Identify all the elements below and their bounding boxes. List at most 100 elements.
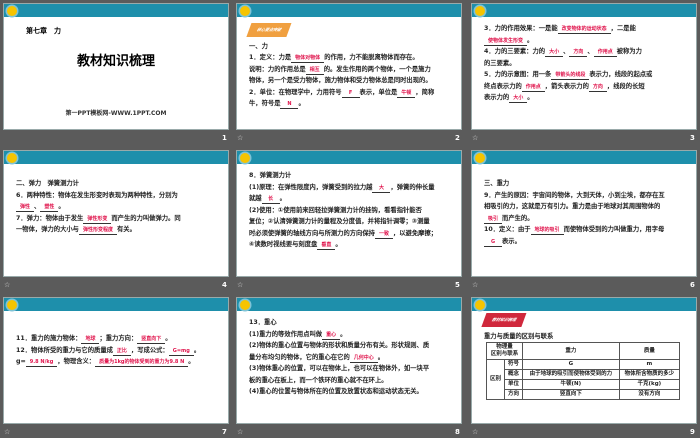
slide-number: 2 <box>455 134 460 142</box>
slide-body: 3．力的作用效果：一是能 改变物体的运动状态 ，二是能 使物体发生形变。 4．力的三要素… <box>472 17 696 104</box>
answer-blank: N <box>280 100 299 109</box>
slide-transition-star-icon[interactable]: ☆ <box>237 428 243 436</box>
table-cell: 千克(kg) <box>618 379 681 390</box>
text-segment: 就越 <box>249 195 262 202</box>
text-line: 牛，符号是 N。 <box>249 98 451 110</box>
text-segment: ④读数时视线要与刻度盘 <box>249 241 318 248</box>
text-segment: 二、弹力 弹簧测力计 <box>16 180 79 187</box>
text-segment: 一物体，弹力的大小与 <box>16 226 79 233</box>
slide-thumbnail-7[interactable]: 11．重力的施力物体： 地球 ；重力方向： 竖直向下。 12．物体所受的重力与它的质量成… <box>3 297 229 424</box>
slide-body: 二、弹力 弹簧测力计 6．两种特性：物体在发生形变时表现为两种特性，分别为 弹性、塑… <box>4 164 228 236</box>
answer-blank: 作用点 <box>593 48 617 57</box>
slide-thumbnail-6[interactable]: 三、重力 9．产生的原因：宇宙间的物体，大到天体，小到尘埃，都存在互相吸引的力，这… <box>471 150 697 277</box>
table-cell: 概念 <box>503 369 523 380</box>
text-segment: (3)物体重心的位置，可以在物体上，也可以在物体外，如一块平 <box>249 365 430 372</box>
text-line: 物体，另一个是受力物体，施力物体和受力物体总是同时出现的。 <box>249 75 451 87</box>
slide-thumbnail-2[interactable]: 核心要点突破 一、力 1．定义：力是 物体对物体 的作用，力不能脱离物体而存在。 说明：力… <box>236 3 462 130</box>
answer-blank: 塑性 <box>40 203 59 212</box>
slide-number: 6 <box>690 281 695 289</box>
slide-thumbnail-9[interactable]: 教材知识梳理 重力与质量的区别与联系 物理量 区别与联系 重力 质量 区别 符号 Gm 概念 由于… <box>471 297 697 424</box>
site-footer: 第一PPT模板网-WWW.1PPT.COM <box>65 110 167 117</box>
sun-logo-icon <box>475 299 485 310</box>
text-line: 6．两种特性：物体在发生形变时表现为两种特性，分别为 <box>16 190 218 202</box>
text-line: 相吸引的力，这就是万有引力。重力是由于地球对其周围物体的 <box>484 201 686 213</box>
text-line: 三、重力 <box>484 178 686 190</box>
slide-thumbnail-3[interactable]: 3．力的作用效果：一是能 改变物体的运动状态 ，二是能 使物体发生形变。 4．力的三要素… <box>471 3 697 130</box>
text-segment: ，简称 <box>415 88 435 96</box>
answer-blank: 长 <box>261 195 280 204</box>
slide-header-bar <box>4 4 228 17</box>
text-segment: ，线段的长短 <box>606 82 645 90</box>
sun-logo-icon <box>475 5 485 16</box>
table-header-cell: 重力 <box>521 342 620 360</box>
text-line: 7．弹力：物体由于发生 弹性形变 而产生的力叫做弹力。同 <box>16 213 218 225</box>
slide-transition-star-icon[interactable]: ☆ <box>472 281 478 289</box>
sun-logo-icon <box>240 5 250 16</box>
slide-body: 教材知识梳理 重力与质量的区别与联系 物理量 区别与联系 重力 质量 区别 符号 Gm 概念 由于… <box>472 311 696 400</box>
slide-thumbnail-4[interactable]: 二、弹力 弹簧测力计 6．两种特性：物体在发生形变时表现为两种特性，分别为 弹性、塑… <box>3 150 229 277</box>
answer-blank: 一致 <box>374 230 393 239</box>
slide-body: 三、重力 9．产生的原因：宇宙间的物体，大到天体，小到尘埃，都存在互相吸引的力，这… <box>472 164 696 247</box>
text-line: 时必须使弹簧的轴线方向与所测力的方向保持 一致 ，以避免摩擦； <box>249 228 451 240</box>
table-row: 区别 符号 Gm <box>486 359 681 400</box>
text-line: 12．物体所受的重力与它的质量成 正比 ，写成公式： G=mg。 <box>16 345 218 357</box>
text-segment: 表示力，线段的起点或 <box>589 71 653 78</box>
table-header-cell: 质量 <box>618 342 681 360</box>
slide-transition-star-icon[interactable]: ☆ <box>472 428 478 436</box>
slide-header-bar <box>237 298 461 311</box>
slide-transition-star-icon[interactable]: ☆ <box>4 428 10 436</box>
slide-header-bar <box>472 298 696 311</box>
text-line: 11．重力的施力物体： 地球 ；重力方向： 竖直向下。 <box>16 333 218 345</box>
text-line: 量分布均匀的物体，它的重心在它的 几何中心。 <box>249 352 451 364</box>
answer-blank: 相互 <box>305 66 324 75</box>
table-cell: 符号 <box>503 359 523 370</box>
slide-title: 教材知识梳理 <box>76 54 155 69</box>
comparison-table: 物理量 区别与联系 重力 质量 区别 符号 Gm 概念 由于地球的吸引而使物体受到的力 物体所含… <box>486 342 681 400</box>
answer-blank: 地球的吸引 <box>530 226 564 235</box>
slide-number: 9 <box>690 428 695 436</box>
text-line: 吸引 而产生的。 <box>484 213 686 225</box>
text-segment: 表示。 <box>502 237 521 245</box>
text-line: 2．单位：在物理学中，力用符号 F 表示，单位是 牛顿 ，简称 <box>249 87 451 99</box>
text-segment: 9．产生的原因：宇宙间的物体，大到天体，小到尘埃，都存在互 <box>484 191 665 199</box>
answer-blank: 改变物体的运动状态 <box>557 25 611 34</box>
text-segment: 有关。 <box>116 226 136 233</box>
text-line: 4．力的三要素：力的 大小、方向、作用点 被称为力 <box>484 46 686 58</box>
text-segment: 。 <box>193 346 201 354</box>
table-cell: 物体所含物质的多少 <box>618 369 681 380</box>
answer-blank: G=mg <box>168 347 194 356</box>
text-segment: ，箭头表示力的 <box>544 82 589 90</box>
text-segment: (2)物体的重心位置与物体的形状和质量分布有关。形状规则、质 <box>249 342 430 349</box>
text-segment: (1)重力的等效作用点叫做 <box>249 330 323 338</box>
text-segment: 三、重力 <box>484 180 510 187</box>
text-segment: 表示力的 <box>484 94 510 101</box>
slide-transition-star-icon[interactable]: ☆ <box>4 281 10 289</box>
text-segment: 的作用，力不能脱离物体而存在。 <box>324 54 419 61</box>
sun-logo-icon <box>7 299 17 310</box>
slide-transition-star-icon[interactable]: ☆ <box>237 281 243 289</box>
text-segment: 。 <box>58 203 65 210</box>
slide-transition-star-icon[interactable]: ☆ <box>472 134 478 142</box>
slide-thumbnail-5[interactable]: 8．弹簧测力计 (1)原理：在弹性限度内，弹簧受到的拉力越大，弹簧的伸长量 就越长。… <box>236 150 462 277</box>
slide-body: 8．弹簧测力计 (1)原理：在弹性限度内，弹簧受到的拉力越大，弹簧的伸长量 就越长。… <box>237 164 461 251</box>
text-line: 弹性、塑性。 <box>16 201 218 213</box>
slide-transition-star-icon[interactable]: ☆ <box>237 134 243 142</box>
table-cell: 单位 <box>503 379 523 390</box>
text-line: 13．重心 <box>249 317 451 329</box>
text-segment: 的。发生作用的两个物体，一个是施力 <box>323 65 431 73</box>
chapter-label: 第七章 力 <box>26 27 61 35</box>
text-line: 9．产生的原因：宇宙间的物体，大到天体，小到尘埃，都存在互 <box>484 190 686 202</box>
text-segment: ，二是能 <box>610 25 636 32</box>
slide-thumbnail-1[interactable]: 第七章 力教材知识梳理第一PPT模板网-WWW.1PPT.COM <box>3 3 229 130</box>
text-segment: 2．单位：在物理学中，力用符号 <box>249 88 342 96</box>
text-line: 8．弹簧测力计 <box>249 170 451 182</box>
table-row: 单位 牛顿(N) 千克(kg) <box>487 379 681 390</box>
text-line: 就越长。 <box>249 193 451 205</box>
text-segment: 8．弹簧测力计 <box>249 172 292 179</box>
slide-body: 核心要点突破 一、力 1．定义：力是 物体对物体 的作用，力不能脱离物体而存在。 说明：力… <box>237 17 461 110</box>
slide-header-bar <box>237 151 461 164</box>
table-heading: 重力与质量的区别与联系 <box>484 332 554 340</box>
text-segment: 。 <box>279 195 286 202</box>
slide-thumbnail-8[interactable]: 13．重心 (1)重力的等效作用点叫做 重心。 (2)物体的重心位置与物体的形状和质量… <box>236 297 462 424</box>
table-corner-cell: 物理量 区别与联系 <box>486 342 523 360</box>
